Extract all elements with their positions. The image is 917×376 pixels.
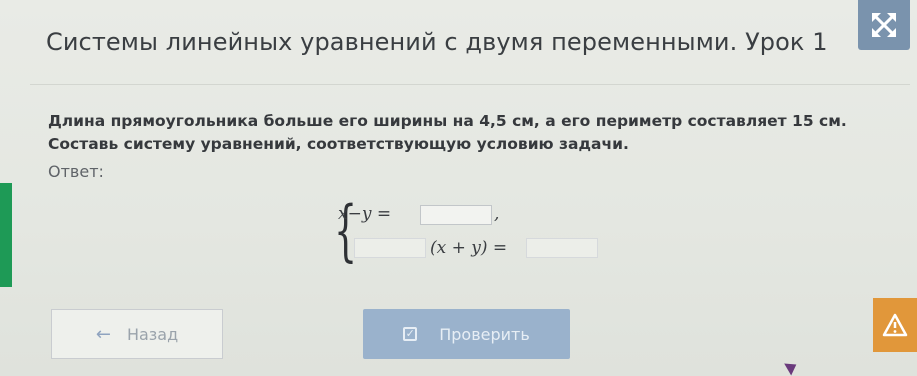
check-button[interactable]: ✓ Проверить [363, 309, 570, 359]
problem-line-1: Длина прямоугольника больше его ширины н… [48, 112, 847, 130]
report-problem-button[interactable] [873, 298, 917, 352]
eq1-answer-input[interactable] [420, 205, 492, 225]
problem-line-2: Составь систему уравнений, соответствующ… [48, 135, 629, 153]
back-button[interactable]: ← Назад [51, 309, 223, 359]
side-progress-tab[interactable] [0, 183, 12, 287]
eq1-comma: , [494, 204, 500, 224]
back-button-label: Назад [126, 324, 179, 344]
arrow-left-icon: ← [95, 323, 111, 345]
equation-system: { x−y = , (x + y) = [334, 196, 614, 270]
eq2-coefficient-input[interactable] [354, 238, 426, 258]
expand-icon [872, 13, 896, 37]
expand-button[interactable] [858, 0, 910, 50]
divider [30, 84, 910, 85]
eq2-middle: (x + y) = [430, 238, 508, 258]
warning-icon [882, 313, 908, 337]
answer-label: Ответ: [48, 162, 104, 181]
problem-text: Длина прямоугольника больше его ширины н… [48, 110, 888, 156]
eq2-answer-input[interactable] [526, 238, 598, 258]
page-title: Системы линейных уравнений с двумя перем… [46, 28, 828, 56]
eq1-left: x−y = [338, 204, 392, 224]
checkbox-icon: ✓ [403, 327, 418, 341]
check-button-label: Проверить [439, 324, 530, 344]
